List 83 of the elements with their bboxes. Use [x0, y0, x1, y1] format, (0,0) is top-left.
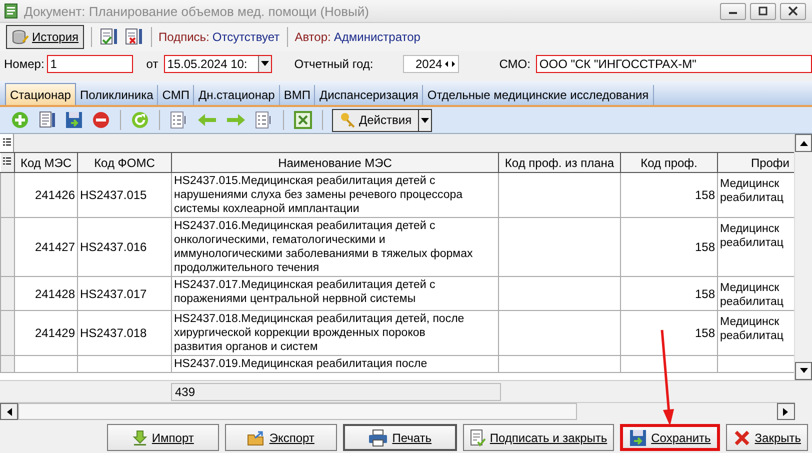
tab[interactable]: Стационар [5, 83, 76, 105]
database-pencil-icon [11, 29, 29, 45]
folder-arrow-icon [247, 430, 266, 446]
actions-button[interactable]: Действия [332, 108, 418, 132]
close-button[interactable]: Закрыть [726, 424, 808, 451]
window-title: Документ: Планирование объемов мед. помощи (Новый) [24, 4, 369, 18]
date-from-label: от [146, 57, 158, 71]
number-field[interactable]: 1 [47, 55, 134, 73]
table-cell: HS2437.017.Медицинская реабилитация детей с поражениями центральной нервной системы [172, 276, 498, 310]
save-button[interactable]: Сохранить [620, 424, 720, 451]
save-icon [629, 428, 648, 446]
column-header[interactable]: Наименование МЭС [172, 153, 498, 172]
table-cell: 158 [620, 172, 718, 218]
dropdown-arrow-icon [420, 116, 430, 124]
tab[interactable]: Отдельные медицинские исследования [423, 85, 654, 105]
column-chooser-icon[interactable] [3, 156, 12, 166]
export-button[interactable]: Экспорт [224, 424, 337, 451]
import-button[interactable]: Импорт [106, 424, 219, 451]
report-year-label: Отчетный год: [294, 57, 374, 71]
table-cell: 158 [620, 276, 718, 310]
delete-icon[interactable] [91, 110, 111, 130]
author-value: Администратор [334, 30, 420, 44]
date-field[interactable]: 15.05.2024 10: [164, 55, 272, 73]
save-icon[interactable] [64, 110, 84, 130]
tab[interactable]: Поликлиника [76, 85, 158, 105]
document-icon [4, 3, 18, 19]
actions-dropdown[interactable] [418, 108, 432, 132]
table-cell: HS2437.015 [78, 172, 172, 218]
minimize-button[interactable] [720, 2, 746, 20]
table-cell: 241426 [14, 172, 78, 218]
tab[interactable]: Дн.стационар [194, 85, 280, 105]
footer-total: 439 [171, 382, 501, 400]
tab[interactable]: Диспансеризация [315, 85, 424, 105]
close-icon [788, 6, 798, 16]
table-cell: 241427 [14, 218, 78, 276]
column-header[interactable]: Профи [718, 153, 794, 172]
tab[interactable]: ВМП [280, 85, 316, 105]
tab[interactable]: СМП [158, 85, 194, 105]
table-cell: HS2437.017 [78, 276, 172, 310]
signature-value: Отсутствует [212, 30, 280, 44]
year-spinner[interactable]: 2024 [403, 55, 460, 73]
table-cell: HS2437.016.Медицинская реабилитация детей с онкологическими, гематологическими и иммунологическими заболеваниями в тяжелых формах продолжительного течения [172, 218, 498, 276]
table-cell: HS2437.016 [78, 218, 172, 276]
print-button[interactable]: Печать [342, 424, 457, 451]
key-icon [339, 111, 357, 129]
document-check-icon [470, 428, 486, 446]
table-cell: 241428 [14, 276, 78, 310]
close-button[interactable] [780, 2, 806, 20]
spinner-arrows-icon[interactable] [444, 59, 456, 69]
excel-icon[interactable] [293, 110, 313, 130]
author-label: Автор: [294, 30, 331, 44]
cross-icon [732, 428, 751, 446]
printer-icon [368, 428, 388, 446]
maximize-icon [758, 6, 768, 16]
table-cell: HS2437.019.Медицинская реабилитация после [172, 356, 498, 372]
maximize-button[interactable] [750, 2, 776, 20]
signature-label: Подпись: [158, 30, 210, 44]
table-cell: HS2437.018 [78, 310, 172, 356]
download-arrow-icon [132, 430, 148, 446]
table-cell: 158 [620, 310, 718, 356]
smo-label: СМО: [499, 57, 530, 71]
sign-button[interactable]: Подписать и закрыть [462, 424, 614, 451]
table-cell: 158 [620, 218, 718, 276]
scroll-right-icon[interactable] [782, 406, 790, 416]
edit-document-icon[interactable] [37, 110, 57, 130]
smo-field[interactable]: ООО "СК "ИНГОССТРАХ-М" [536, 55, 812, 73]
column-header[interactable]: Код МЭС [14, 153, 78, 172]
table-cell: HS2437.018.Медицинская реабилитация детей, после хирургической коррекции врожденных пороков развития органов и систем [172, 310, 498, 356]
horizontal-scrollbar[interactable] [0, 402, 795, 420]
table-cell: 241429 [14, 310, 78, 356]
scroll-down-icon[interactable] [798, 367, 808, 375]
scroll-left-icon[interactable] [5, 406, 13, 416]
document-check-icon[interactable] [98, 27, 119, 47]
table-cell: HS2437.015.Медицинская реабилитация детей с нарушениями слуха без замены речевого процессора системы кохлеарной имплантации [172, 172, 498, 218]
scroll-up-icon[interactable] [798, 139, 808, 147]
history-button[interactable]: История [6, 25, 84, 49]
document-cross-icon[interactable] [124, 27, 144, 47]
column-header[interactable]: Код ФОМС [78, 153, 172, 172]
number-label: Номер: [4, 57, 44, 71]
column-chooser-icon[interactable] [2, 138, 10, 148]
column-header[interactable]: Код проф. [620, 153, 718, 172]
column-header[interactable]: Код проф. из плана [498, 153, 620, 172]
vertical-scrollbar[interactable] [794, 134, 812, 380]
